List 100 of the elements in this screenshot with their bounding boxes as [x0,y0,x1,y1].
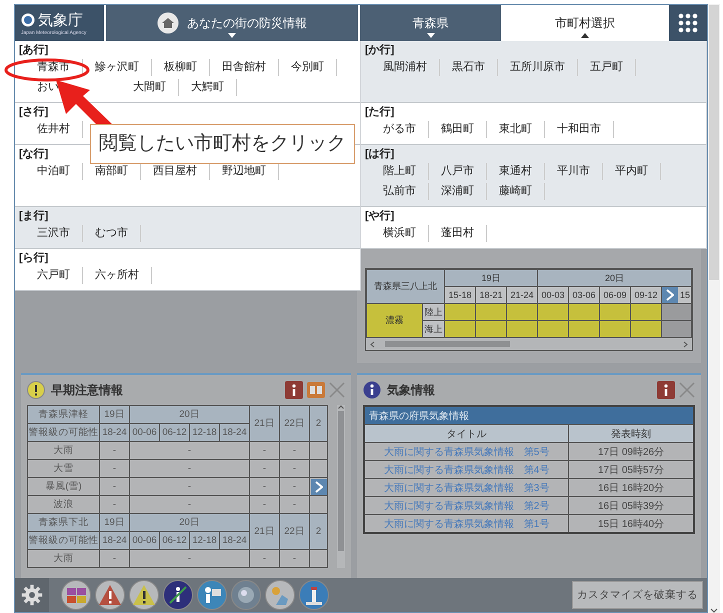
table-header-cell: 22日 [280,406,310,442]
table-header-cell: 2 [310,514,328,550]
municipality-link[interactable]: むつ市 [83,225,141,242]
table-cell: - [130,496,250,514]
table-cell: - [130,478,250,496]
table-cell: 大雨 [28,442,100,460]
table-header-cell: 19日 [100,406,130,424]
horizontal-scrollbar[interactable] [366,338,692,350]
table-header-cell: 青森県津軽 [28,406,100,424]
municipality-link[interactable]: 中泊町 [25,163,83,180]
municipality-link[interactable]: 今別町 [279,59,337,76]
table-cell: 17日 05時57分 [568,460,694,478]
municipality-link[interactable]: 鶴田町 [429,121,487,138]
table-cell: - [100,478,130,496]
close-icon [328,382,345,398]
table-header-cell: 20日 [130,406,250,424]
table-header-cell: 22日 [280,514,310,550]
chevron-right-icon [683,340,688,348]
municipality-link[interactable]: 六戸町 [25,267,83,284]
municipality-link[interactable]: 佐井村 [25,121,83,138]
table-cell: 17日 09時26分 [568,442,694,460]
municipality-link[interactable]: がる市 [371,121,429,138]
table-cell: 濃霧 [366,304,422,338]
table-header-cell: 21-24 [506,286,538,304]
page-scrollbar[interactable] [708,4,720,613]
chevron-right-icon [315,481,323,493]
group-heading: [や行] [365,209,396,224]
municipality-link[interactable]: おい [25,79,61,96]
table-header-cell: 12-18 [190,424,220,442]
chevron-up-icon [338,405,344,409]
table-header-cell: 19日 [100,514,130,532]
vertical-scrollbar[interactable] [336,405,345,568]
table-cell: - [280,478,310,496]
group-heading: [さ行] [19,105,50,120]
group-heading: [は行] [365,147,396,162]
group-heading: [な行] [19,147,50,162]
table-cell: - [100,460,130,478]
next-button[interactable] [311,479,327,495]
municipality-link[interactable]: 東北町 [487,121,545,138]
table-cell: - [130,442,250,460]
nav-tab[interactable]: 青森県 [360,5,501,41]
nav-tab[interactable]: あなたの街の防災情報 [106,5,358,41]
municipality-link[interactable]: 大鰐町 [179,79,237,96]
table-cell: - [280,460,310,478]
municipality-link[interactable]: 蓬田村 [429,225,487,242]
municipality-link[interactable]: 十和田市 [545,121,614,138]
municipality-link[interactable]: 藤崎町 [487,183,545,200]
table-cell: - [250,460,280,478]
toolbar-button[interactable] [129,580,159,610]
settings-icon [21,582,43,608]
caret-icon [228,33,236,38]
panel-title: 気象情報 [386,382,435,398]
logo-title: 気象庁 [38,10,83,30]
chevron-down-icon [710,608,718,613]
table-header-cell: 15 [680,290,690,300]
table-cell: - [130,460,250,478]
group-heading: [た行] [365,105,396,120]
table-cell: 大雨 [28,550,100,568]
table-header-cell: 青森県下北 [28,514,100,532]
municipality-link[interactable]: 黒石市 [440,59,498,76]
municipality-link[interactable]: 深浦町 [429,183,487,200]
municipality-link[interactable]: 平川市 [545,163,603,180]
municipality-link[interactable]: 弘前市 [371,183,429,200]
municipality-link[interactable]: 階上町 [371,163,429,180]
municipality-link[interactable]: 田舎館村 [210,59,279,76]
toolbar-button[interactable] [95,580,125,610]
municipality-link[interactable]: 横浜町 [371,225,429,242]
settings-button[interactable] [15,578,49,612]
table-cell: - [100,496,130,514]
municipality-link[interactable]: 平内町 [603,163,661,180]
table-header-cell: 06-09 [599,286,630,304]
municipality-link[interactable]: 八戸市 [429,163,487,180]
municipality-link[interactable]: 風間浦村 [371,59,440,76]
municipality-link[interactable]: 鰺ヶ沢町 [83,59,152,76]
table-cell: - [250,478,280,496]
table-cell: - [280,550,310,568]
municipality-link[interactable]: 板柳町 [152,59,210,76]
next-button[interactable] [662,288,678,302]
municipality-link[interactable]: 三沢市 [25,225,83,242]
municipality-link[interactable]: 東通村 [487,163,545,180]
table-cell: - [100,550,130,568]
table-cell: - [250,442,280,460]
municipality-link[interactable]: 六ヶ所村 [83,267,152,284]
municipality-link[interactable]: 五所川原市 [498,59,578,76]
book-icon [306,382,325,398]
table-header-cell: 00-06 [130,424,160,442]
discard-customization-button[interactable]: カスタマイズを破棄する [572,581,703,609]
toolbar-button[interactable] [163,580,193,610]
app-grid-button[interactable] [669,5,708,41]
table-cell: - [280,496,310,514]
table-header-cell: 2 [310,406,328,442]
table-cell: 波浪 [28,496,100,514]
caret-icon [426,33,435,38]
municipality-link[interactable]: 大間町 [121,79,179,96]
group-heading: [ま行] [19,209,50,224]
column-header: 発表時刻 [568,424,694,442]
table-cell: - [100,442,130,460]
emblem-icon [21,13,35,27]
table-header-cell: 警報級の可能性 [28,532,100,550]
municipality-link[interactable]: 五戸町 [578,59,636,76]
